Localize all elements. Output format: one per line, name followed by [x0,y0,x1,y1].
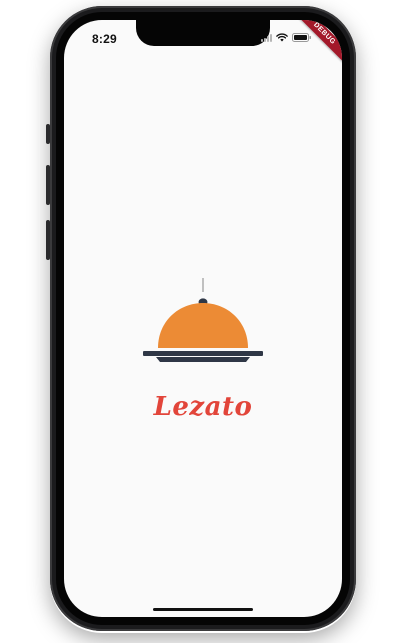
battery-icon [292,33,311,42]
stage: 8:29 DEBUG Lezato [0,0,400,643]
wifi-icon [276,33,288,42]
app-name-title: Lezato [153,392,253,422]
status-time: 8:29 [92,32,117,46]
home-indicator[interactable] [153,608,253,611]
phone-frame: 8:29 DEBUG Lezato [50,6,356,631]
food-cloche-icon [143,278,263,362]
signal-icon [261,33,272,42]
splash-screen: 8:29 DEBUG Lezato [64,20,342,617]
logo-container [64,278,342,370]
status-icons [261,33,312,42]
notch [136,20,270,46]
